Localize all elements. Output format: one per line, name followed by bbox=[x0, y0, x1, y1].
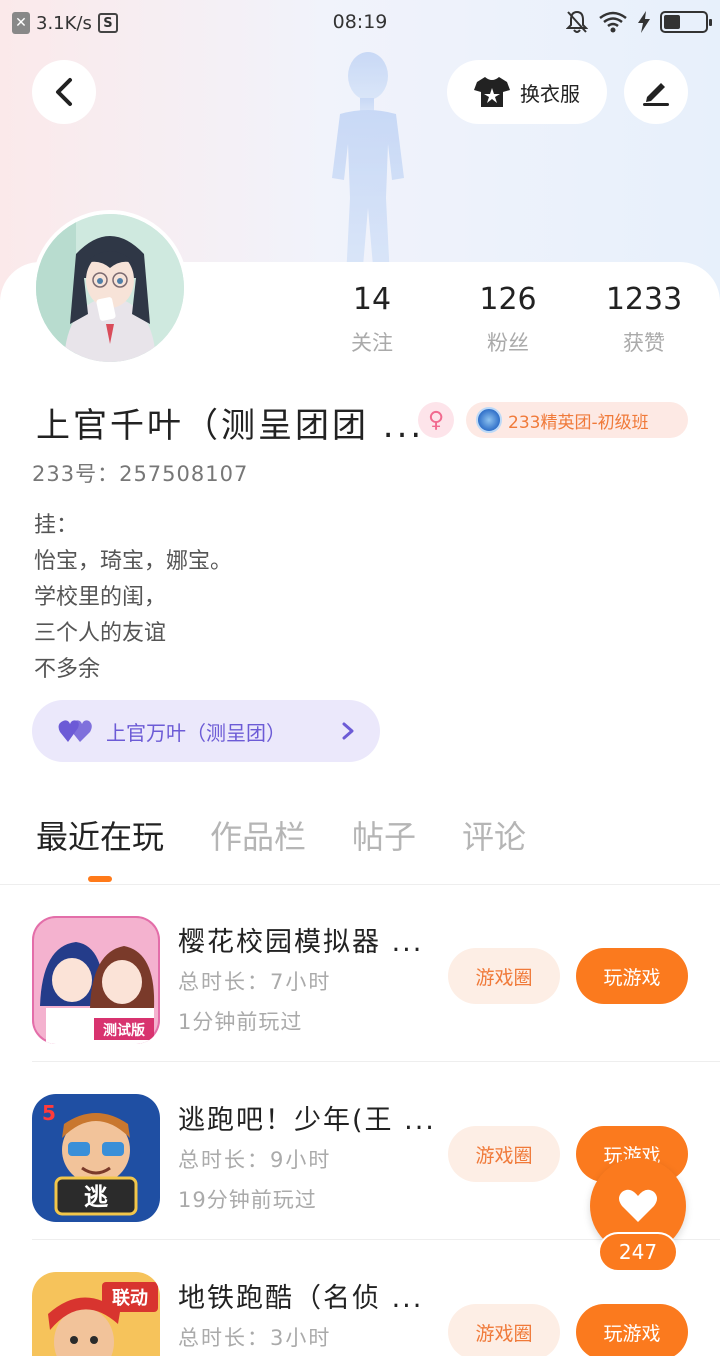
profile-name: 上官千叶（测呈团团 ... bbox=[36, 406, 425, 446]
rank-badge-label: 233精英团-初级班 bbox=[508, 412, 649, 433]
play-game-button[interactable]: 玩游戏 bbox=[576, 1304, 688, 1356]
game-list-item[interactable]: 测试版 樱花校园模拟器 ... 总时长：7小时 1分钟前玩过 游戏圈 玩游戏 bbox=[32, 884, 720, 1062]
rank-badge[interactable]: 233精英团-初级班 bbox=[466, 402, 688, 438]
change-outfit-button[interactable]: 换衣服 bbox=[447, 60, 607, 124]
stat-following-label: 关注 bbox=[351, 331, 393, 355]
game-duration: 总时长：9小时 bbox=[178, 1148, 332, 1172]
tab-comments[interactable]: 评论 bbox=[462, 812, 526, 858]
avatar-figure-illustration bbox=[332, 52, 404, 278]
wifi-icon bbox=[599, 11, 627, 33]
game-circle-button[interactable]: 游戏圈 bbox=[448, 1304, 560, 1356]
avatar-anime-girl-image bbox=[36, 214, 184, 362]
game-duration: 总时长：3小时 bbox=[178, 1326, 332, 1350]
avatar[interactable] bbox=[32, 210, 188, 366]
mute-bell-icon bbox=[566, 10, 588, 33]
game-title: 逃跑吧！少年(王 ... bbox=[178, 1105, 436, 1136]
tab-recently-played[interactable]: 最近在玩 bbox=[36, 812, 164, 858]
female-gender-icon: ♀ bbox=[418, 402, 454, 438]
tshirt-icon bbox=[474, 77, 510, 107]
svg-text:测试版: 测试版 bbox=[103, 1022, 145, 1039]
game-last-played: 1分钟前玩过 bbox=[178, 1010, 303, 1034]
stat-likes-value: 1233 bbox=[605, 282, 683, 317]
status-bar: ✕ 3.1K/s S 08:19 bbox=[0, 0, 720, 46]
tab-works[interactable]: 作品栏 bbox=[210, 812, 306, 858]
escape-game-icon[interactable]: 5 逃 bbox=[32, 1094, 160, 1222]
active-tab-indicator bbox=[88, 876, 112, 882]
like-count-badge: 247 bbox=[598, 1232, 678, 1272]
change-outfit-label: 换衣服 bbox=[520, 81, 580, 106]
sakura-school-icon[interactable]: 测试版 bbox=[32, 916, 160, 1044]
subway-surfers-icon[interactable]: 联动 bbox=[32, 1272, 160, 1356]
heart-icon bbox=[619, 1189, 657, 1222]
stat-likes[interactable]: 1233 获赞 bbox=[579, 282, 709, 357]
double-heart-icon bbox=[58, 720, 92, 742]
chevron-right-icon bbox=[342, 722, 354, 740]
stat-likes-label: 获赞 bbox=[623, 331, 665, 355]
bio-line: 学校里的闺， bbox=[34, 585, 167, 610]
stat-fans-label: 粉丝 bbox=[487, 331, 529, 355]
game-circle-button[interactable]: 游戏圈 bbox=[448, 948, 560, 1004]
play-game-button[interactable]: 玩游戏 bbox=[576, 948, 688, 1004]
bio-line: 不多余 bbox=[34, 657, 101, 682]
tab-posts[interactable]: 帖子 bbox=[352, 812, 416, 858]
bio-line: 怡宝，琦宝，娜宝。 bbox=[34, 549, 233, 574]
svg-text:联动: 联动 bbox=[112, 1288, 148, 1309]
battery-icon bbox=[660, 11, 712, 33]
chevron-left-icon bbox=[56, 78, 72, 106]
stat-fans-value: 126 bbox=[479, 282, 537, 317]
svg-text:5: 5 bbox=[42, 1101, 56, 1125]
profile-bio: 挂： 怡宝，琦宝，娜宝。 学校里的闺， 三个人的友谊 不多余 bbox=[34, 508, 232, 688]
stat-fans[interactable]: 126 粉丝 bbox=[443, 282, 573, 357]
stat-following-value: 14 bbox=[352, 282, 392, 317]
stat-following[interactable]: 14 关注 bbox=[307, 282, 437, 357]
game-circle-button[interactable]: 游戏圈 bbox=[448, 1126, 560, 1182]
back-button[interactable] bbox=[32, 60, 96, 124]
profile-tabs: 最近在玩 作品栏 帖子 评论 bbox=[36, 812, 572, 858]
edit-profile-button[interactable] bbox=[624, 60, 688, 124]
game-duration: 总时长：7小时 bbox=[178, 970, 332, 994]
game-last-played: 19分钟前玩过 bbox=[178, 1188, 317, 1212]
fan-group-button[interactable]: 上官万叶（测呈团） bbox=[32, 700, 380, 762]
game-title: 地铁跑酷（名侦 ... bbox=[178, 1283, 424, 1314]
svg-text:逃: 逃 bbox=[84, 1183, 108, 1211]
charging-bolt-icon bbox=[638, 11, 650, 33]
user-id: 233号：257508107 bbox=[32, 462, 249, 486]
rank-medal-icon bbox=[476, 407, 502, 433]
edit-pen-icon bbox=[643, 83, 669, 106]
bio-line: 挂： bbox=[34, 513, 79, 538]
game-title: 樱花校园模拟器 ... bbox=[178, 927, 424, 958]
bio-line: 三个人的友谊 bbox=[34, 621, 167, 646]
fan-group-label: 上官万叶（测呈团） bbox=[106, 720, 286, 745]
